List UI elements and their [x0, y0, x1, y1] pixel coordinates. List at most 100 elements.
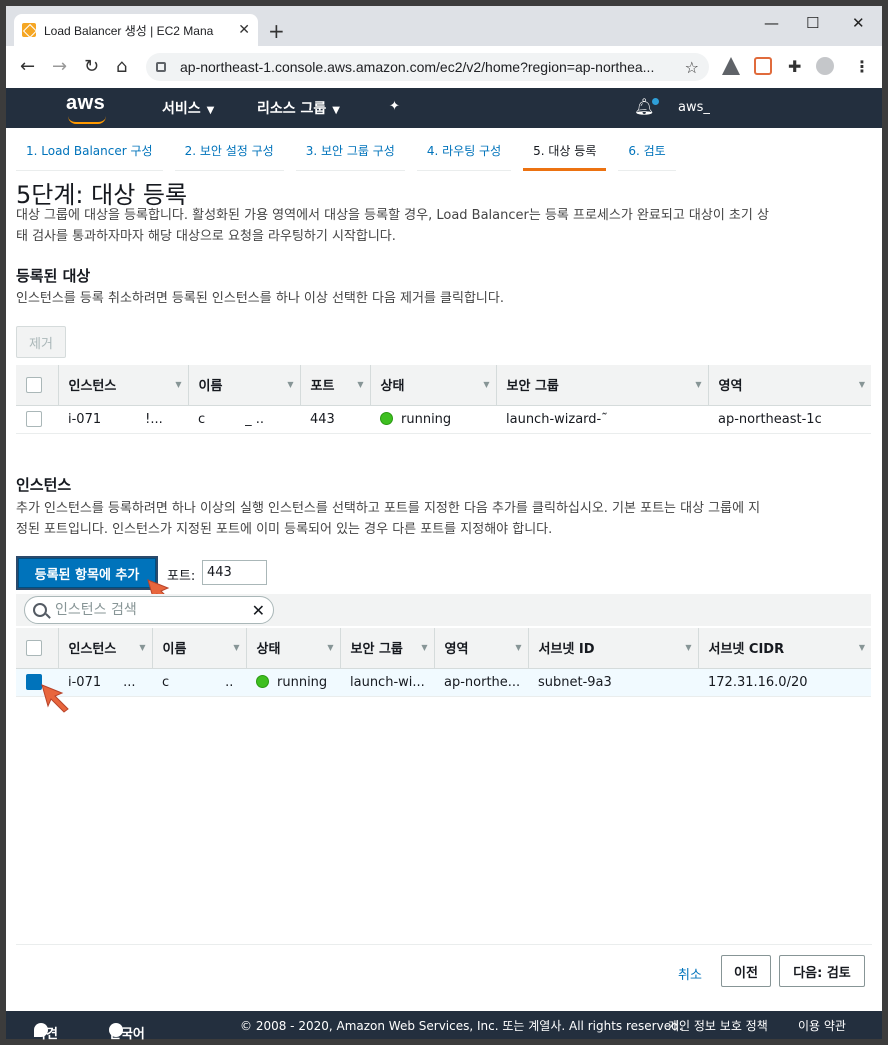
privacy-link[interactable]: 개인 정보 보호 정책: [668, 1017, 768, 1034]
url-text: ap-northeast-1.console.aws.amazon.com/ec…: [180, 59, 655, 75]
remove-button[interactable]: 제거: [16, 326, 66, 358]
step-1[interactable]: 1. Load Balancer 구성: [16, 136, 163, 171]
column-label: 상태: [380, 379, 405, 395]
step-5-active[interactable]: 5. 대상 등록: [523, 136, 607, 171]
browser-tab[interactable]: Load Balancer 생성 | EC2 Mana ✕: [14, 14, 258, 46]
previous-button[interactable]: 이전: [721, 955, 771, 987]
profile-avatar-icon[interactable]: [816, 57, 834, 75]
column-header-security-group[interactable]: 보안 그룹 ▼: [339, 628, 434, 669]
instance-name-trail: _ ..: [245, 411, 265, 427]
instances-table: 인스턴스 ▼ 이름 ▼ 상태 ▼ 보안 그룹 ▼ 영역 ▼ 서브넷 ID ▼ 서브넷 CID…: [16, 628, 871, 697]
cell-zone: ap-northeast-1c: [708, 405, 871, 434]
browser-toolbar: ← → ↻ ⌂ ap-northeast-1.console.aws.amazo…: [6, 46, 882, 88]
language-label: 한국어: [109, 1027, 145, 1042]
step-3[interactable]: 3. 보안 그룹 구성: [295, 136, 405, 171]
close-window-icon[interactable]: ✕: [852, 14, 865, 32]
running-status-icon: [380, 411, 393, 425]
tab-title: Load Balancer 생성 | EC2 Mana: [44, 23, 214, 38]
registered-targets-table: 인스턴스 ▼ 이름 ▼ 포트 ▼ 상태 ▼ 보안 그룹 ▼ 영역 ▼ i-071!... c…: [16, 365, 871, 434]
row-checkbox[interactable]: [26, 411, 42, 427]
table-row[interactable]: i-071... c.. running launch-wi... ap-nor…: [16, 668, 871, 697]
account-menu[interactable]: aws_: [678, 100, 710, 115]
select-all-checkbox[interactable]: [26, 376, 42, 393]
new-tab-icon[interactable]: +: [268, 19, 285, 43]
cast-icon[interactable]: [754, 57, 772, 75]
registered-heading: 등록된 대상: [16, 267, 91, 285]
chevron-down-icon: ▼: [206, 105, 215, 116]
instance-search[interactable]: ✕: [24, 596, 274, 624]
aws-logo[interactable]: aws: [66, 92, 106, 124]
sort-icon: ▼: [175, 380, 182, 389]
column-header-name[interactable]: 이름 ▼: [187, 365, 300, 406]
instances-description-line1: 추가 인스턴스를 등록하려면 하나 이상의 실행 인스턴스를 선택하고 포트를 …: [16, 501, 761, 516]
extensions-puzzle-icon[interactable]: ✚: [788, 57, 806, 76]
step-4[interactable]: 4. 라우팅 구성: [416, 136, 512, 171]
menu-dots-icon[interactable]: ⋮: [854, 57, 872, 76]
resource-groups-label: 리소스 그룹: [257, 101, 327, 117]
resource-groups-menu[interactable]: 리소스 그룹 ▼: [257, 98, 340, 118]
bookmark-star-icon[interactable]: ☆: [685, 58, 699, 77]
column-header-zone[interactable]: 영역 ▼: [707, 365, 871, 406]
wizard-steps: 1. Load Balancer 구성 2. 보안 설정 구성 3. 보안 그룹…: [16, 136, 688, 171]
add-to-registered-button[interactable]: 등록된 항목에 추가: [18, 558, 156, 588]
page-description: 대상 그룹에 대상을 등록합니다. 활성화된 가용 영역에서 대상을 등록할 경…: [16, 205, 874, 247]
next-review-button[interactable]: 다음: 검토: [779, 955, 865, 987]
clear-search-icon[interactable]: ✕: [252, 601, 265, 620]
sort-icon: ▼: [685, 643, 692, 652]
bell-icon[interactable]: 🔔︎: [634, 97, 660, 116]
instances-description: 추가 인스턴스를 등록하려면 하나 이상의 실행 인스턴스를 선택하고 포트를 …: [16, 498, 874, 540]
divider: [16, 944, 872, 945]
minimize-icon[interactable]: —: [764, 14, 779, 32]
column-label: 서브넷 CIDR: [708, 642, 785, 658]
cell-name: c _ ..: [188, 405, 300, 434]
home-icon[interactable]: ⌂: [116, 56, 127, 77]
sort-icon: ▼: [515, 643, 522, 652]
column-label: 이름: [198, 379, 223, 395]
main-content: 1. Load Balancer 구성 2. 보안 설정 구성 3. 보안 그룹…: [6, 128, 882, 1011]
column-header-subnet-cidr[interactable]: 서브넷 CIDR ▼: [697, 628, 871, 669]
aws-logo-text: aws: [66, 92, 106, 114]
table-row[interactable]: i-071!... c _ .. 443 running launch-wizar…: [16, 405, 871, 434]
column-header-zone[interactable]: 영역 ▼: [433, 628, 528, 669]
column-label: 인스턴스: [68, 642, 117, 658]
step-2[interactable]: 2. 보안 설정 구성: [174, 136, 284, 171]
cancel-link[interactable]: 취소: [678, 964, 702, 983]
cell-instance: i-071...: [58, 668, 152, 697]
running-status-icon: [256, 674, 269, 688]
column-header-instance[interactable]: 인스턴스 ▼: [57, 628, 152, 669]
select-all-checkbox[interactable]: [26, 639, 42, 656]
pin-icon[interactable]: ✦: [389, 99, 400, 114]
page-description-line2: 태 검사를 통과하자마자 해당 대상으로 요청을 라우팅하기 시작합니다.: [16, 229, 396, 244]
column-header-subnet-id[interactable]: 서브넷 ID ▼: [527, 628, 698, 669]
back-icon[interactable]: ←: [20, 56, 35, 77]
column-header-security-group[interactable]: 보안 그룹 ▼: [495, 365, 708, 406]
terms-link[interactable]: 이용 약관: [798, 1017, 846, 1034]
column-header-status[interactable]: 상태 ▼: [369, 365, 496, 406]
column-label: 영역: [718, 379, 743, 395]
select-all-checkbox-cell[interactable]: [16, 365, 58, 406]
port-input[interactable]: [202, 560, 267, 585]
address-bar[interactable]: ap-northeast-1.console.aws.amazon.com/ec…: [146, 53, 709, 81]
cell-security-group: launch-wizard-˜: [496, 405, 708, 434]
instance-search-input[interactable]: [55, 602, 252, 618]
column-header-port[interactable]: 포트 ▼: [299, 365, 370, 406]
maximize-icon[interactable]: ☐: [806, 14, 819, 32]
reload-icon[interactable]: ↻: [84, 56, 99, 77]
column-header-name[interactable]: 이름 ▼: [151, 628, 246, 669]
column-header-status[interactable]: 상태 ▼: [245, 628, 340, 669]
chevron-down-icon: ▼: [332, 105, 340, 116]
column-header-instance[interactable]: 인스턴스 ▼: [57, 365, 188, 406]
cell-status: running: [246, 668, 340, 697]
step-6[interactable]: 6. 검토: [618, 136, 676, 171]
services-menu[interactable]: 서비스 ▼: [162, 98, 214, 118]
column-label: 서브넷 ID: [538, 642, 595, 658]
select-all-checkbox-cell[interactable]: [16, 628, 58, 669]
services-label: 서비스: [162, 101, 201, 117]
column-label: 인스턴스: [68, 379, 117, 395]
browser-chrome: Load Balancer 생성 | EC2 Mana ✕ + — ☐ ✕ ← …: [6, 6, 882, 88]
column-label: 이름: [162, 642, 187, 658]
close-tab-icon[interactable]: ✕: [238, 22, 250, 38]
aws-top-nav: aws 서비스 ▼ 리소스 그룹 ▼ ✦ 🔔︎ aws_: [6, 88, 882, 128]
drive-icon[interactable]: [722, 57, 740, 75]
forward-icon[interactable]: →: [52, 56, 67, 77]
